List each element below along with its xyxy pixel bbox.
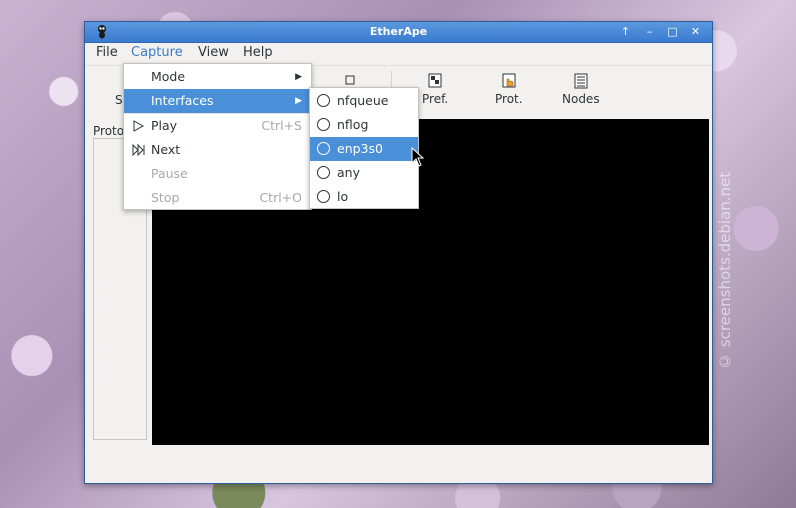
pause-label: Pause <box>151 166 188 181</box>
watermark: © screenshots.debian.net <box>716 171 734 370</box>
pref-label: Pref. <box>422 92 449 106</box>
interface-label: nfqueue <box>337 93 389 108</box>
play-label: Play <box>151 118 178 133</box>
menu-capture[interactable]: Capture <box>125 43 189 65</box>
minimize-button[interactable]: – <box>641 24 658 39</box>
radio-icon <box>317 142 330 155</box>
menu-item-interfaces[interactable]: Interfaces ▶ <box>124 89 311 113</box>
next-label: Next <box>151 142 181 157</box>
radio-icon <box>317 166 330 179</box>
menu-view[interactable]: View <box>192 43 235 63</box>
nodes-label: Nodes <box>562 92 600 106</box>
interface-label: any <box>337 165 360 180</box>
pref-button[interactable]: Pref. <box>422 73 448 106</box>
next-icon <box>132 144 145 156</box>
menu-item-play[interactable]: Play Ctrl+S <box>124 114 311 138</box>
mode-label: Mode <box>151 69 186 84</box>
menu-file[interactable]: File <box>90 43 124 63</box>
prot-button[interactable]: Prot. <box>495 73 523 106</box>
radio-icon <box>317 190 330 203</box>
protocols-label: Proto <box>93 124 125 138</box>
interfaces-submenu: nfqueue nflog enp3s0 any lo <box>309 87 419 209</box>
interface-item-enp3s0[interactable]: enp3s0 <box>310 137 418 161</box>
maximize-button[interactable]: □ <box>664 24 681 39</box>
submenu-arrow-icon: ▶ <box>295 72 302 82</box>
preferences-icon <box>428 73 442 88</box>
mouse-pointer-icon <box>411 147 425 167</box>
titlebar[interactable]: EtherApe ↑ – □ ✕ <box>85 22 712 43</box>
interfaces-label: Interfaces <box>151 93 214 108</box>
interface-label: nflog <box>337 117 369 132</box>
menu-item-stop[interactable]: Stop Ctrl+O <box>124 186 311 210</box>
capture-menu: Mode ▶ Interfaces ▶ Play Ctrl+S Next Pau… <box>123 63 312 210</box>
play-icon <box>133 120 145 132</box>
nodes-list-icon <box>574 73 588 89</box>
menu-item-next[interactable]: Next <box>124 138 311 162</box>
stop-label: Stop <box>151 190 180 205</box>
submenu-arrow-icon: ▶ <box>295 96 302 106</box>
menu-item-mode[interactable]: Mode ▶ <box>124 65 311 89</box>
menu-item-pause[interactable]: Pause <box>124 162 311 186</box>
radio-icon <box>317 94 330 107</box>
close-button[interactable]: ✕ <box>687 24 704 39</box>
nodes-button[interactable]: Nodes <box>562 73 600 106</box>
interface-item-lo[interactable]: lo <box>310 185 418 209</box>
interface-item-any[interactable]: any <box>310 161 418 185</box>
interface-label: lo <box>337 189 349 204</box>
interface-label: enp3s0 <box>337 141 383 156</box>
interface-item-nflog[interactable]: nflog <box>310 113 418 137</box>
interface-item-nfqueue[interactable]: nfqueue <box>310 89 418 113</box>
menu-help[interactable]: Help <box>237 43 279 63</box>
radio-icon <box>317 118 330 131</box>
prot-label: Prot. <box>495 92 523 106</box>
play-accel: Ctrl+S <box>261 118 302 133</box>
protocols-icon <box>502 73 516 88</box>
keep-above-button[interactable]: ↑ <box>617 24 634 39</box>
stop-accel: Ctrl+O <box>259 190 302 205</box>
